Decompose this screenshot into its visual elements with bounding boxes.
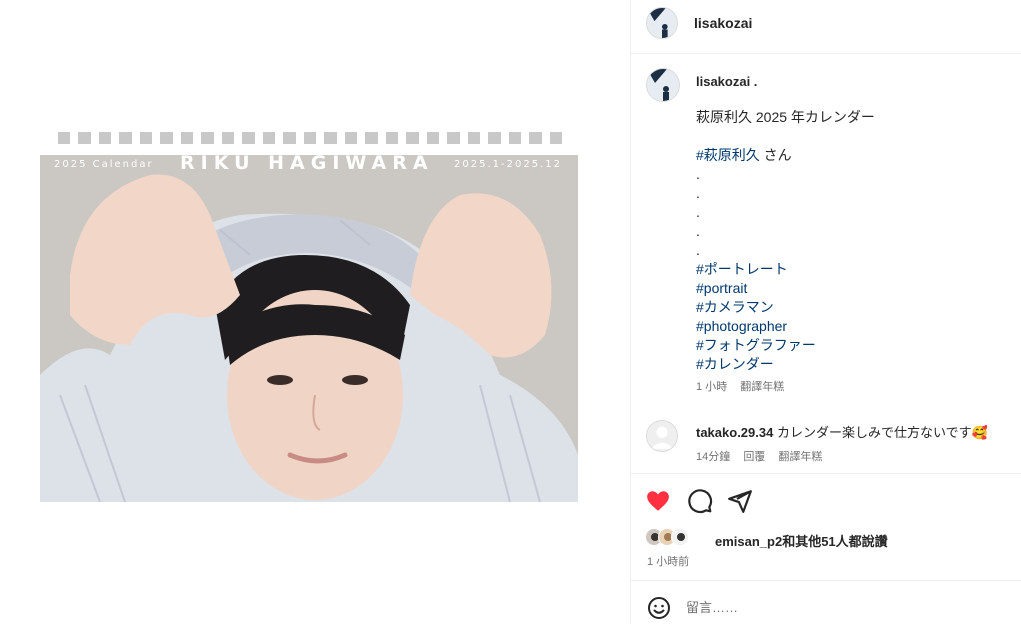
hashtag-link[interactable]: #photographer (696, 317, 1006, 336)
likes-text[interactable]: emisan_p2和其他51人都說讚 (715, 531, 888, 550)
calendar-range-label: 2025.1-2025.12 (454, 159, 562, 170)
emoji-icon[interactable] (647, 596, 671, 620)
comment-translate-link[interactable]: 翻譯年糕 (778, 451, 822, 463)
calendar-binding-rings (58, 132, 563, 144)
comment-reply-button[interactable]: 回覆 (743, 451, 765, 463)
comment-item: takako.29.34 カレンダー楽しみで仕方ないです🥰 14分鐘 回覆 翻譯… (631, 408, 1021, 474)
share-icon[interactable] (727, 488, 753, 514)
post-actions (631, 476, 1021, 526)
caption-author-avatar[interactable] (646, 68, 680, 102)
comment-text: takako.29.34 カレンダー楽しみで仕方ないです🥰 (696, 422, 988, 441)
caption-dot: . (696, 223, 700, 239)
comment-icon[interactable] (687, 488, 713, 514)
caption-mention-line: #萩原利久 さん (696, 146, 1006, 165)
caption-meta: 1 小時 翻譯年糕 (696, 378, 1006, 397)
liker-avatar (671, 528, 689, 546)
post-photo[interactable]: 2025 Calendar RIKU HAGIWARA 2025.1-2025.… (40, 155, 578, 502)
caption-title: 萩原利久 2025 年カレンダー (696, 109, 875, 125)
hashtag-link[interactable]: #カレンダー (696, 355, 1006, 374)
caption-username[interactable]: lisakozai . (696, 74, 757, 89)
hashtag-link[interactable]: #portrait (696, 279, 1006, 298)
hashtag-link[interactable]: #カメラマン (696, 298, 1006, 317)
comment-body: カレンダー楽しみで仕方ないです🥰 (773, 425, 988, 440)
hashtag-link[interactable]: #萩原利久 (696, 147, 760, 163)
caption-time: 1 小時 (696, 381, 728, 393)
caption-dot: . (696, 166, 700, 182)
caption-dot: . (696, 242, 700, 258)
comment-input[interactable] (686, 595, 1006, 619)
hashtag-link[interactable]: #フォトグラファー (696, 336, 1006, 355)
post-side-panel: lisakozai lisakozai . 萩原利久 2025 年カレンダー #… (630, 0, 1021, 624)
caption-translate-link[interactable]: 翻譯年糕 (740, 381, 784, 393)
add-comment-bar (631, 580, 1021, 624)
caption-dot: . (696, 204, 700, 220)
post-timestamp: 1 小時前 (647, 556, 690, 568)
calendar-year-label: 2025 Calendar (54, 159, 154, 170)
caption-mention-suffix: さん (759, 147, 792, 163)
comment-time: 14分鐘 (696, 451, 731, 463)
author-avatar[interactable] (646, 7, 678, 39)
hashtag-link[interactable]: #ポートレート (696, 260, 1006, 279)
commenter-avatar[interactable] (646, 420, 678, 452)
post-media: 2025 Calendar RIKU HAGIWARA 2025.1-2025.… (0, 0, 630, 624)
heart-filled-icon[interactable] (645, 488, 671, 514)
post-header: lisakozai (631, 0, 1021, 54)
commenter-username[interactable]: takako.29.34 (696, 425, 773, 440)
author-username[interactable]: lisakozai (694, 15, 752, 31)
caption-dot: . (696, 185, 700, 201)
calendar-title: RIKU HAGIWARA (180, 155, 434, 174)
caption-body: 萩原利久 2025 年カレンダー #萩原利久 さん . . . . . #ポート… (696, 108, 1006, 397)
comment-meta: 14分鐘 回覆 翻譯年糕 (696, 448, 832, 464)
